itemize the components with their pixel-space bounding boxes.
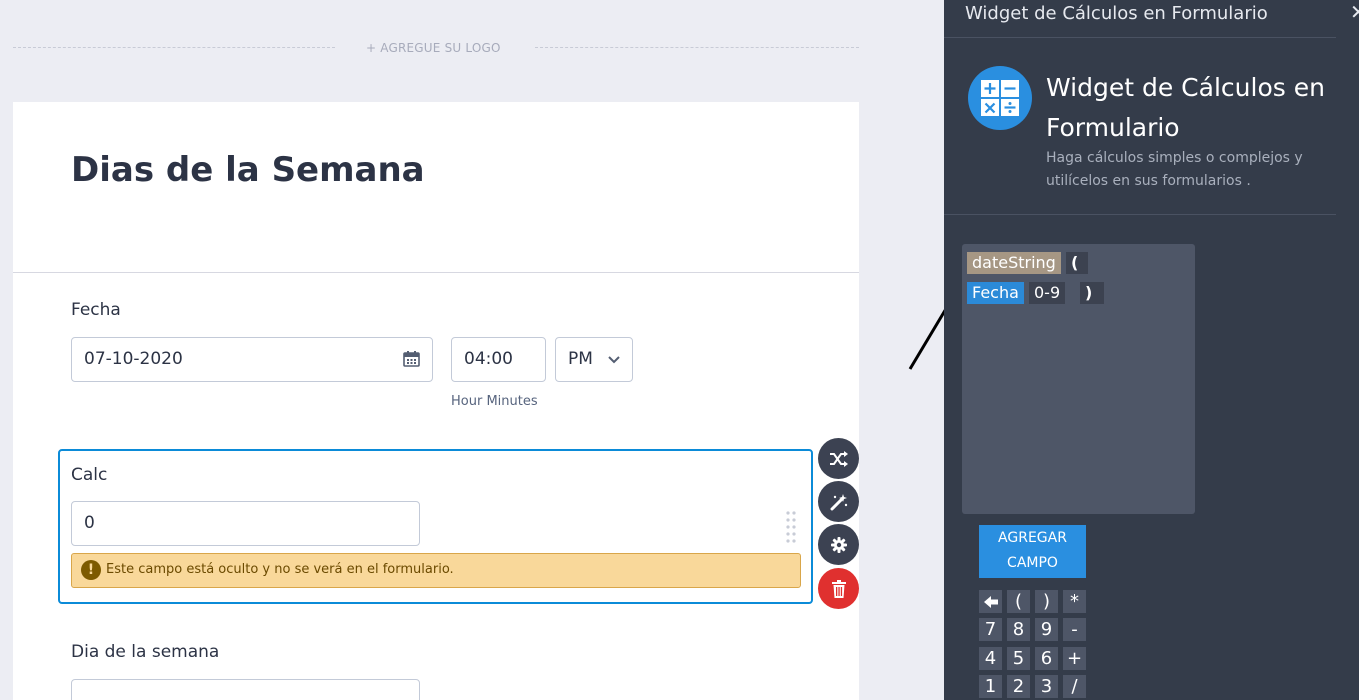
form-title[interactable]: Dias de la Semana [71,150,425,190]
formula-token-close-paren[interactable]: ) [1080,282,1104,304]
fecha-label: Fecha [71,300,121,320]
widget-description: Haga cálculos simples o complejos y util… [1046,150,1303,189]
panel-title: Widget de Cálculos en Formulario [965,3,1268,24]
key-5[interactable]: 5 [1007,647,1030,670]
add-field-button[interactable]: AGREGAR CAMPO [979,525,1086,578]
magic-wand-button[interactable] [818,481,859,522]
ampm-select[interactable]: PM [555,337,633,382]
key-4[interactable]: 4 [979,647,1002,670]
formula-token-function[interactable]: dateString [967,252,1061,274]
shuffle-icon [829,450,848,467]
logo-divider-right [535,47,859,48]
settings-button[interactable] [818,524,859,565]
header-divider [13,272,859,273]
arrow-left-icon [983,596,998,608]
widget-settings-panel: Widget de Cálculos en Formulario ✕ Widge… [944,0,1359,700]
key-minus[interactable]: - [1063,618,1086,641]
formula-token-field[interactable]: Fecha [967,282,1024,304]
key-3[interactable]: 3 [1035,675,1058,698]
shuffle-button[interactable] [818,438,859,479]
time-sublabel: Hour Minutes [451,394,538,409]
key-6[interactable]: 6 [1035,647,1058,670]
ampm-value: PM [568,349,593,369]
panel-header: Widget de Cálculos en Formulario [944,0,1336,38]
time-input[interactable]: 04:00 [451,337,546,382]
date-input[interactable]: 07-10-2020 [71,337,433,382]
dia-input[interactable] [71,679,420,700]
key-8[interactable]: 8 [1007,618,1030,641]
gear-icon [830,536,847,553]
dia-label: Dia de la semana [71,642,220,662]
key-1[interactable]: 1 [979,675,1002,698]
key-multiply[interactable]: * [1063,590,1086,613]
panel-divider [944,214,1336,215]
key-divide[interactable]: / [1063,675,1086,698]
calc-input[interactable]: 0 [71,501,420,546]
chevron-down-icon [608,356,620,364]
add-logo-link[interactable]: + AGREGUE SU LOGO [366,41,501,55]
hidden-field-warning: ! Este campo está oculto y no se verá en… [71,553,801,588]
warning-icon: ! [81,560,101,580]
key-close-paren[interactable]: ) [1035,590,1058,613]
widget-name: Widget de Cálculos en Formulario [1046,73,1325,142]
drag-handle-icon[interactable] [785,510,797,544]
formula-token-format[interactable]: 0-9 [1029,282,1066,304]
formula-editor[interactable]: dateString ( Fecha 0-9 ) [962,244,1195,514]
logo-divider-left [13,47,335,48]
warning-text: Este campo está oculto y no se verá en e… [106,562,454,577]
calendar-icon[interactable] [403,351,420,367]
trash-icon [831,579,846,598]
formula-token-open-paren[interactable]: ( [1066,252,1088,274]
key-2[interactable]: 2 [1007,675,1030,698]
delete-button[interactable] [818,568,859,609]
key-9[interactable]: 9 [1035,618,1058,641]
key-backspace[interactable] [979,590,1002,613]
time-value: 04:00 [464,349,513,369]
calc-field-selected[interactable]: Calc 0 ! Este campo está oculto y no se … [58,449,813,604]
date-value: 07-10-2020 [84,349,183,369]
form-card: Dias de la Semana Fecha 07-10-2020 04:00… [13,102,859,700]
calc-value: 0 [84,513,95,533]
calc-label: Calc [71,465,108,485]
key-plus[interactable]: + [1063,647,1086,670]
key-open-paren[interactable]: ( [1007,590,1030,613]
close-icon[interactable]: ✕ [1350,0,1359,24]
magic-wand-icon [830,493,847,510]
calculator-icon [968,66,1032,130]
key-7[interactable]: 7 [979,618,1002,641]
